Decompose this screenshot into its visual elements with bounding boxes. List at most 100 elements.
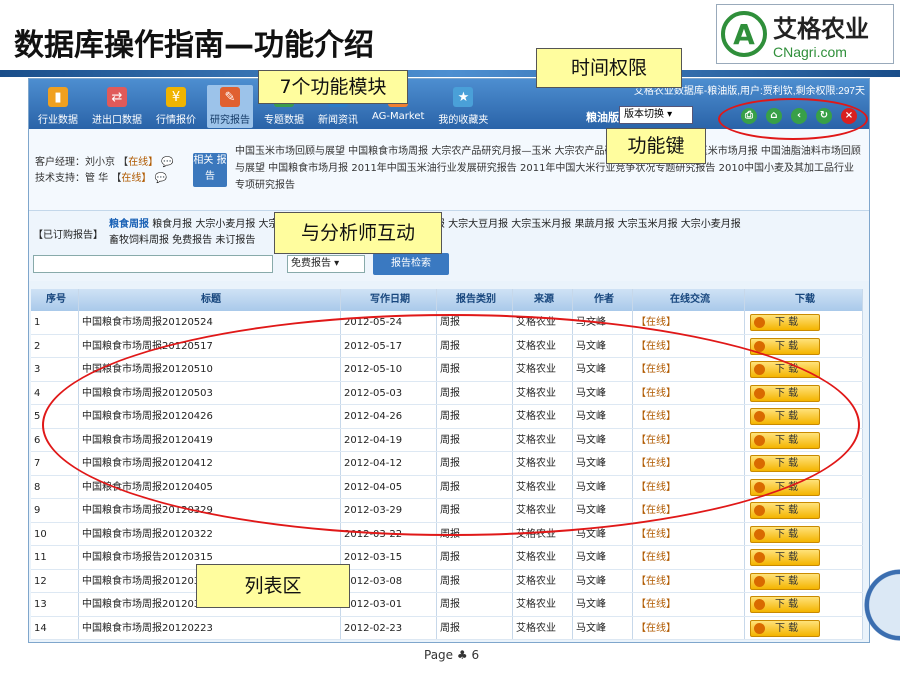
table-cell: 11: [31, 546, 79, 569]
download-label: 下 载: [775, 575, 799, 587]
page-label: Page: [424, 648, 454, 662]
callout-time-permission: 时间权限: [536, 48, 682, 88]
download-icon: [754, 552, 765, 563]
download-cell: 下 载: [745, 522, 863, 545]
download-label: 下 载: [775, 340, 799, 352]
edition-label: 粮油版: [586, 111, 619, 124]
download-button[interactable]: 下 载: [750, 314, 820, 331]
nav-label: 专题数据: [264, 115, 304, 126]
slide-title: 数据库操作指南—功能介绍: [14, 28, 374, 63]
related-reports-links[interactable]: 中国玉米市场回顾与展望 中国粮食市场周报 大宗农产品研究月报—玉米 大宗农产品研…: [235, 143, 863, 194]
subscribed-label: 【已订购报告】: [33, 230, 103, 241]
online-chat-link[interactable]: 【在线】: [633, 616, 745, 639]
report-links[interactable]: 粮食月报 大宗小麦月报 大宗稻米月报 大宗油脂月报 大宗玉米周报 大宗大豆月报 …: [152, 219, 741, 230]
online-chat-link[interactable]: 【在线】: [633, 569, 745, 592]
decoration-swoosh: [860, 540, 900, 670]
report-title-link[interactable]: 中国粮食市场周报20120223: [79, 616, 341, 639]
download-cell: 下 载: [745, 569, 863, 592]
table-cell: 14: [31, 616, 79, 639]
online-chat-link[interactable]: 【在线】: [633, 593, 745, 616]
nav-label: 新闻资讯: [318, 115, 358, 126]
online-chat-link[interactable]: 【在线】: [633, 522, 745, 545]
table-cell: 3: [31, 358, 79, 381]
support-label: 技术支持：管 华 【: [35, 173, 122, 184]
column-header[interactable]: 在线交流: [633, 289, 745, 311]
download-button[interactable]: 下 载: [750, 572, 820, 590]
report-type-select[interactable]: 免费报告 ▾: [287, 255, 365, 273]
download-label: 下 载: [775, 552, 799, 563]
download-label: 下 载: [775, 528, 799, 540]
club-icon: ♣: [456, 648, 468, 662]
download-icon: [754, 317, 765, 328]
manager-online-link[interactable]: 在线】: [128, 157, 158, 168]
download-icon: [754, 505, 765, 516]
nav-item-0[interactable]: ▮ 行业数据: [35, 85, 81, 128]
download-icon: [754, 340, 765, 352]
table-cell: 周报: [437, 593, 513, 616]
table-cell: 周报: [437, 616, 513, 639]
download-cell: 下 载: [745, 499, 863, 522]
download-button[interactable]: 下 载: [750, 502, 820, 519]
download-label: 下 载: [775, 622, 799, 634]
table-cell: 2012-03-08: [341, 569, 437, 592]
table-cell: 艾格农业: [513, 569, 573, 592]
callout-analyst: 与分析师互动: [274, 212, 442, 254]
download-icon: [754, 575, 765, 587]
edition-switch-select[interactable]: 版本切换 ▾: [619, 106, 693, 124]
callout-modules: 7个功能模块: [258, 70, 408, 104]
table-cell: 马文峰: [573, 546, 633, 569]
nav-label: 行业数据: [38, 115, 78, 126]
list-area-highlight: [42, 314, 860, 536]
column-header[interactable]: 来源: [513, 289, 573, 311]
chat-icon[interactable]: 💬: [161, 157, 173, 168]
contact-block: 客户经理：刘小京 【在线】 💬 技术支持：管 华 【在线】 💬: [35, 155, 174, 187]
download-button[interactable]: 下 载: [750, 596, 820, 613]
download-button[interactable]: 下 载: [750, 619, 820, 637]
download-cell: 下 载: [745, 546, 863, 569]
callout-list-area: 列表区: [196, 564, 350, 608]
callout-function-keys: 功能键: [606, 128, 706, 164]
nav-icon: ⇄: [107, 87, 127, 107]
nav-label: 我的收藏夹: [438, 115, 489, 126]
table-row: 13 中国粮食市场周报20120301 2012-03-01 周报 艾格农业 马文峰 【在线…: [31, 593, 863, 617]
nav-icon: ★: [453, 87, 474, 107]
online-chat-link[interactable]: 【在线】: [633, 546, 745, 569]
column-header[interactable]: 报告类别: [437, 289, 513, 311]
table-cell: 9: [31, 499, 79, 522]
report-search-input[interactable]: [33, 255, 273, 273]
support-online-link[interactable]: 在线】: [121, 173, 151, 184]
column-header[interactable]: 作者: [573, 289, 633, 311]
subscribed-links: 粮食周报 粮食月报 大宗小麦月报 大宗稻米月报 大宗油脂月报 大宗玉米周报 大宗…: [109, 217, 859, 249]
nav-item-7[interactable]: ★ 我的收藏夹: [435, 85, 491, 128]
chat-icon[interactable]: 💬: [155, 173, 167, 184]
logo-cn: 艾格农业: [773, 13, 869, 43]
logo-en: CNagri.com: [773, 43, 847, 60]
report-search-button[interactable]: 报告检索: [373, 253, 449, 275]
nav-item-2[interactable]: ¥ 行情报价: [153, 85, 199, 128]
table-cell: 马文峰: [573, 593, 633, 616]
report-link-grain-weekly[interactable]: 粮食周报: [109, 219, 149, 230]
report-type-value: 免费报告: [291, 258, 331, 269]
nav-item-3[interactable]: ✎ 研究报告: [207, 85, 253, 128]
table-row: 11 中国粮食市场报告20120315 2012-03-15 周报 艾格农业 马文峰 【在线…: [31, 546, 863, 570]
table-cell: 12: [31, 569, 79, 592]
download-button[interactable]: 下 载: [750, 549, 820, 566]
related-reports-button[interactable]: 相关 报告: [193, 153, 227, 187]
report-links-2[interactable]: 畜牧饲料周报 免费报告 未订报告: [109, 235, 255, 246]
column-header[interactable]: 写作日期: [341, 289, 437, 311]
download-button[interactable]: 下 载: [750, 525, 820, 543]
nav-item-1[interactable]: ⇄ 进出口数据: [89, 85, 145, 128]
nav-label: 进出口数据: [92, 115, 142, 126]
column-header[interactable]: 序号: [31, 289, 79, 311]
column-header[interactable]: 标题: [79, 289, 341, 311]
table-cell: 马文峰: [573, 569, 633, 592]
download-icon: [754, 528, 765, 540]
subscribed-reports-panel: 【已订购报告】 粮食周报 粮食月报 大宗小麦月报 大宗稻米月报 大宗油脂月报 大…: [29, 211, 869, 281]
table-cell: 2: [31, 334, 79, 357]
nav-icon: ▮: [48, 87, 68, 107]
download-label: 下 载: [775, 317, 799, 328]
logo: A 艾格农业 CNagri.com: [716, 4, 894, 64]
manager-label: 客户经理：刘小京 【: [35, 157, 129, 168]
column-header[interactable]: 下载: [745, 289, 863, 311]
download-label: 下 载: [775, 505, 799, 516]
